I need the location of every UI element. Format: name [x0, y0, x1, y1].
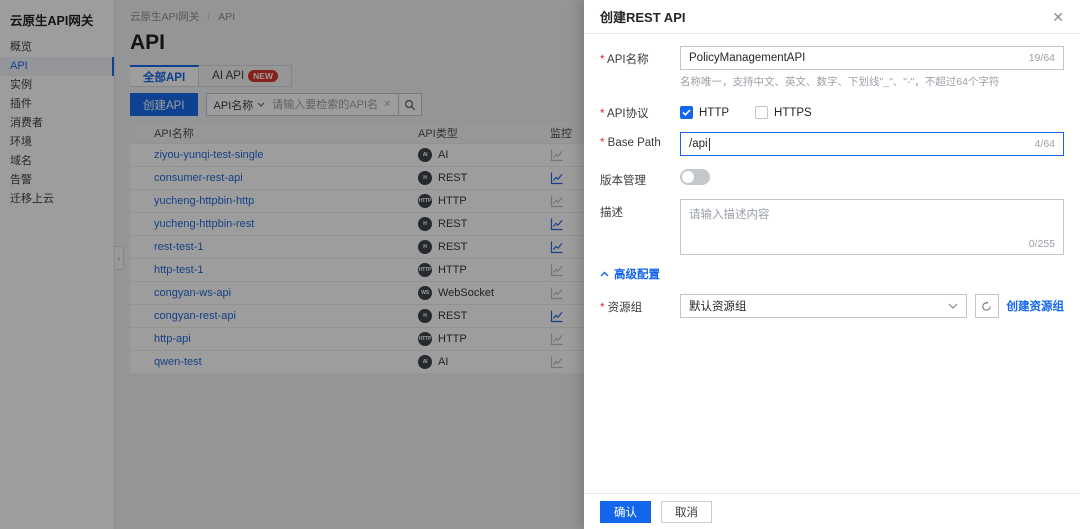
- advanced-config-label: 高级配置: [614, 266, 660, 282]
- char-counter: 0/255: [1029, 238, 1055, 250]
- resource-group-select[interactable]: 默认资源组: [680, 294, 967, 318]
- advanced-config-toggle[interactable]: 高级配置: [600, 266, 1064, 282]
- char-counter: 19/64: [1029, 52, 1055, 64]
- cancel-button[interactable]: 取消: [661, 501, 712, 523]
- checkbox-label: HTTPS: [774, 107, 812, 119]
- checkbox-label: HTTP: [699, 107, 729, 119]
- field-label: 版本管理: [600, 167, 680, 188]
- drawer-footer: 确认 取消: [584, 493, 1080, 529]
- protocol-checkbox[interactable]: HTTPS: [755, 106, 812, 119]
- chevron-down-icon: [948, 303, 958, 309]
- create-resource-group-link[interactable]: 创建资源组: [1007, 298, 1065, 314]
- toggle-knob: [682, 171, 694, 183]
- check-icon: [682, 109, 691, 116]
- description-textarea[interactable]: 请输入描述内容 0/255: [680, 199, 1064, 255]
- chevron-up-icon: [600, 271, 609, 277]
- drawer-title: 创建REST API: [600, 7, 685, 26]
- base-path-value: /api: [689, 138, 708, 150]
- field-description: 描述 请输入描述内容 0/255: [600, 199, 1064, 255]
- refresh-icon: [981, 301, 992, 312]
- base-path-input[interactable]: /api 4/64: [680, 132, 1064, 156]
- field-version-management: 版本管理: [600, 167, 1064, 188]
- text-cursor: [709, 138, 710, 151]
- description-placeholder: 请输入描述内容: [689, 209, 770, 221]
- refresh-resource-group-button[interactable]: [975, 294, 999, 318]
- confirm-button[interactable]: 确认: [600, 501, 651, 523]
- protocol-checkbox[interactable]: HTTP: [680, 106, 729, 119]
- char-counter: 4/64: [1035, 138, 1055, 150]
- version-management-toggle[interactable]: [680, 169, 710, 185]
- field-base-path: Base Path /api 4/64: [600, 132, 1064, 156]
- close-icon[interactable]: ✕: [1052, 10, 1064, 24]
- field-api-name: API名称 19/64 名称唯一，支持中文、英文、数字、下划线"_"、"-"，不…: [600, 46, 1064, 89]
- create-rest-api-drawer: 创建REST API ✕ API名称 19/64 名称唯一，支持中文、英文、数字…: [584, 0, 1080, 529]
- drawer-header: 创建REST API ✕: [584, 0, 1080, 34]
- field-help-text: 名称唯一，支持中文、英文、数字、下划线"_"、"-"，不超过64个字符: [680, 74, 1064, 89]
- api-name-input[interactable]: [689, 52, 1021, 64]
- field-api-protocol: API协议 HTTP HTTPS: [600, 100, 1064, 121]
- checkbox-icon: [755, 106, 768, 119]
- drawer-body: API名称 19/64 名称唯一，支持中文、英文、数字、下划线"_"、"-"，不…: [584, 34, 1080, 493]
- field-label: API协议: [600, 100, 680, 121]
- field-label: API名称: [600, 46, 680, 89]
- field-resource-group: 资源组 默认资源组 创建资源组: [600, 294, 1064, 318]
- checkbox-icon: [680, 106, 693, 119]
- field-label: 资源组: [600, 294, 680, 318]
- field-label: 描述: [600, 199, 680, 255]
- field-label: Base Path: [600, 132, 680, 156]
- resource-group-value: 默认资源组: [689, 298, 747, 314]
